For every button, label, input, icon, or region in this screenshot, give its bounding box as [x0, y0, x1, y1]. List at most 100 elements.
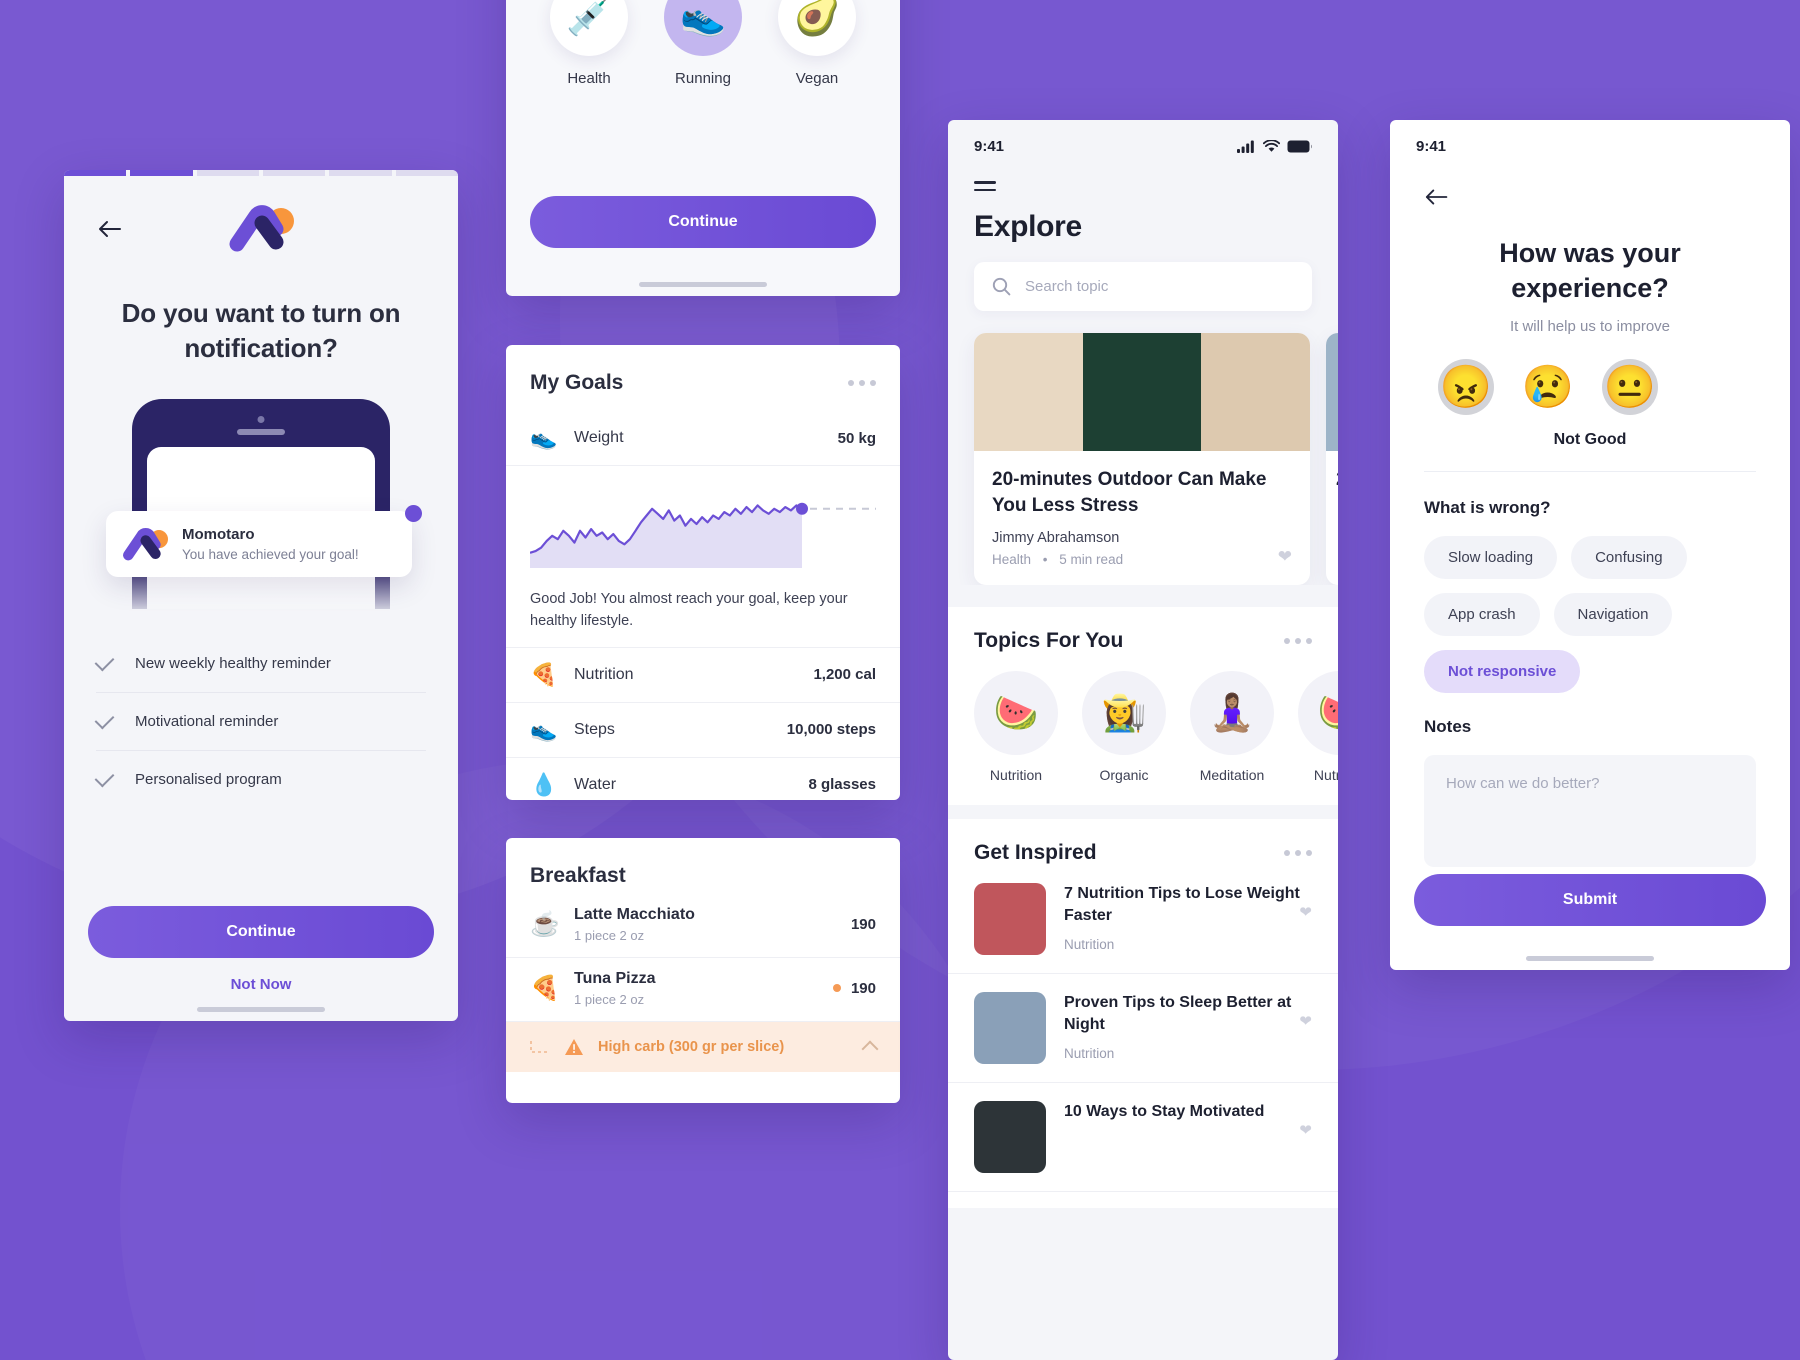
rating-emoji-row: 😠 😢 😐: [1390, 335, 1790, 416]
meal-item[interactable]: ☕ Latte Macchiato 1 piece 2 oz 190: [506, 894, 900, 958]
speaker-grill: [237, 429, 285, 436]
topic-organic[interactable]: 👩‍🌾 Organic: [1082, 671, 1166, 783]
continue-button[interactable]: Continue: [530, 196, 876, 248]
notification-message: You have achieved your goal!: [182, 547, 359, 563]
meal-calories: 190: [832, 980, 876, 997]
chevron-up-icon[interactable]: [861, 1040, 879, 1058]
inspired-article[interactable]: 10 Ways to Stay Motivated ❤: [948, 1083, 1338, 1193]
more-options-icon[interactable]: [1284, 850, 1312, 857]
card-title: Breakfast: [530, 864, 626, 887]
benefit-item: New weekly healthy reminder: [94, 635, 426, 694]
goal-row-nutrition[interactable]: 🍕 Nutrition 1,200 cal: [506, 648, 900, 703]
issue-chip-slow-loading[interactable]: Slow loading: [1424, 536, 1558, 580]
article-author: Jimmy Abrahamson: [992, 530, 1120, 547]
article-read-time: 5 min read: [1059, 552, 1124, 568]
favorite-heart-icon[interactable]: ❤: [1278, 547, 1292, 567]
featured-articles-carousel[interactable]: 20-minutes Outdoor Can Make You Less Str…: [948, 311, 1338, 586]
interest-option-health[interactable]: 💉 Health: [550, 0, 628, 87]
notification-badge-dot: [405, 505, 422, 523]
topic-meditation[interactable]: 🧘🏽‍♀️ Meditation: [1190, 671, 1274, 783]
goal-value: 50 kg: [837, 429, 876, 447]
topic-label: Nutrition: [1313, 767, 1338, 784]
topic-nutrition[interactable]: 🍉 Nutrition: [974, 671, 1058, 783]
nutrition-icon: 🍕: [530, 661, 558, 687]
topics-list: 🍉 Nutrition 👩‍🌾 Organic 🧘🏽‍♀️ Meditation 🍉 Nutr…: [948, 653, 1338, 789]
breakfast-card: Breakfast ☕ Latte Macchiato 1 piece 2 oz 19…: [506, 838, 900, 1103]
featured-article-card-next[interactable]: 2: [1326, 333, 1338, 586]
goal-row-water[interactable]: 💧 Water 8 glasses: [506, 758, 900, 801]
favorite-heart-icon[interactable]: ❤: [1299, 1012, 1312, 1030]
interests-selection-screen: 💉 Health 👟 Running 🥑 Vegan Continue: [506, 0, 900, 296]
issue-chip-navigation[interactable]: Navigation: [1553, 593, 1673, 637]
section-title: Get Inspired: [974, 841, 1097, 865]
issue-chip-not-responsive[interactable]: Not responsive: [1424, 650, 1581, 694]
search-placeholder: Search topic: [1025, 278, 1109, 296]
food-icon: ☕: [530, 911, 560, 938]
inspired-article[interactable]: Proven Tips to Sleep Better at Night Nutr…: [948, 974, 1338, 1084]
interest-option-running[interactable]: 👟 Running: [664, 0, 742, 87]
meal-name: Latte Macchiato: [574, 906, 695, 923]
favorite-heart-icon[interactable]: ❤: [1299, 903, 1312, 921]
card-title: My Goals: [530, 371, 624, 394]
article-category: Health: [992, 552, 1032, 568]
rating-angry-icon[interactable]: 😠: [1438, 359, 1494, 416]
goal-label: Weight: [574, 429, 624, 446]
benefit-item: Motivational reminder: [94, 693, 426, 752]
issue-chip-app-crash[interactable]: App crash: [1424, 593, 1540, 637]
high-carb-warning: High carb (300 gr per slice): [506, 1022, 900, 1072]
continue-button[interactable]: Continue: [88, 906, 434, 958]
rating-sad-icon[interactable]: 😢: [1520, 359, 1576, 415]
back-button[interactable]: [96, 214, 126, 244]
interest-option-vegan[interactable]: 🥑 Vegan: [778, 0, 856, 87]
meal-portion: 1 piece 2 oz: [574, 992, 645, 1007]
submit-button[interactable]: Submit: [1414, 874, 1766, 926]
goal-rows-list: 🍕 Nutrition 1,200 cal 👟 Steps 10,000 steps 💧 Wa…: [506, 648, 900, 801]
page-subtitle: It will help us to improve: [1509, 318, 1671, 336]
meal-list: ☕ Latte Macchiato 1 piece 2 oz 190 🍕 Tuna Piz…: [506, 894, 900, 1022]
food-icon: 🍕: [530, 975, 560, 1002]
goal-label: Water: [574, 775, 617, 793]
search-input[interactable]: Search topic: [974, 262, 1312, 312]
not-now-button[interactable]: Not Now: [88, 976, 434, 993]
momotaro-logo-icon: [229, 205, 294, 252]
chart-dashed-icon: [530, 1041, 548, 1053]
status-bar: 9:41: [1390, 120, 1790, 155]
rating-neutral-icon[interactable]: 😐: [1602, 359, 1658, 416]
topics-section: Topics For You 🍉 Nutrition 👩‍🌾 Organic 🧘🏽‍♀️…: [948, 607, 1338, 806]
goal-value: 1,200 cal: [813, 666, 876, 683]
issue-chips: Slow loading Confusing App crash Navigation…: [1390, 518, 1790, 694]
inspired-article[interactable]: 7 Nutrition Tips to Lose Weight Faster Nu…: [948, 865, 1338, 975]
running-icon: 👟: [664, 0, 742, 56]
more-options-icon[interactable]: [848, 380, 876, 386]
more-options-icon[interactable]: [1284, 638, 1312, 645]
status-bar: 9:41: [948, 120, 1338, 155]
battery-icon: [1287, 140, 1312, 153]
topic-label: Organic: [1099, 767, 1149, 784]
topic-icon: 🧘🏽‍♀️: [1190, 671, 1274, 756]
menu-button[interactable]: [948, 155, 1338, 192]
topic-nutrition[interactable]: 🍉 Nutrition: [1298, 671, 1338, 783]
issue-chip-confusing[interactable]: Confusing: [1571, 536, 1687, 580]
meal-name: Tuna Pizza: [574, 970, 656, 987]
topic-icon: 🍉: [974, 671, 1058, 756]
goal-label: Nutrition: [574, 665, 634, 683]
goal-row-steps[interactable]: 👟 Steps 10,000 steps: [506, 703, 900, 758]
favorite-heart-icon[interactable]: ❤: [1299, 1121, 1312, 1139]
benefits-list: New weekly healthy reminder Motivational …: [64, 635, 458, 808]
my-goals-card: My Goals 👟 Weight 50 kg Good Job! You al…: [506, 345, 900, 800]
status-time: 9:41: [1416, 138, 1447, 155]
calorie-value: 190: [850, 980, 876, 997]
weight-chart: [506, 466, 900, 573]
notes-placeholder: How can we do better?: [1446, 775, 1600, 793]
momotaro-logo-icon: [123, 528, 168, 561]
home-indicator: [1526, 956, 1654, 961]
goal-row-weight[interactable]: 👟 Weight 50 kg: [506, 411, 900, 466]
back-button[interactable]: [1390, 155, 1790, 214]
interest-label: Health: [567, 70, 611, 87]
interest-options: 💉 Health 👟 Running 🥑 Vegan: [506, 0, 900, 87]
featured-article-card[interactable]: 20-minutes Outdoor Can Make You Less Str…: [974, 333, 1310, 586]
article-thumbnail: [974, 883, 1046, 956]
notes-textarea[interactable]: How can we do better?: [1424, 755, 1756, 868]
meal-item[interactable]: 🍕 Tuna Pizza 1 piece 2 oz 190: [506, 958, 900, 1022]
article-title: 20-minutes Outdoor Can Make You Less Str…: [992, 469, 1267, 516]
